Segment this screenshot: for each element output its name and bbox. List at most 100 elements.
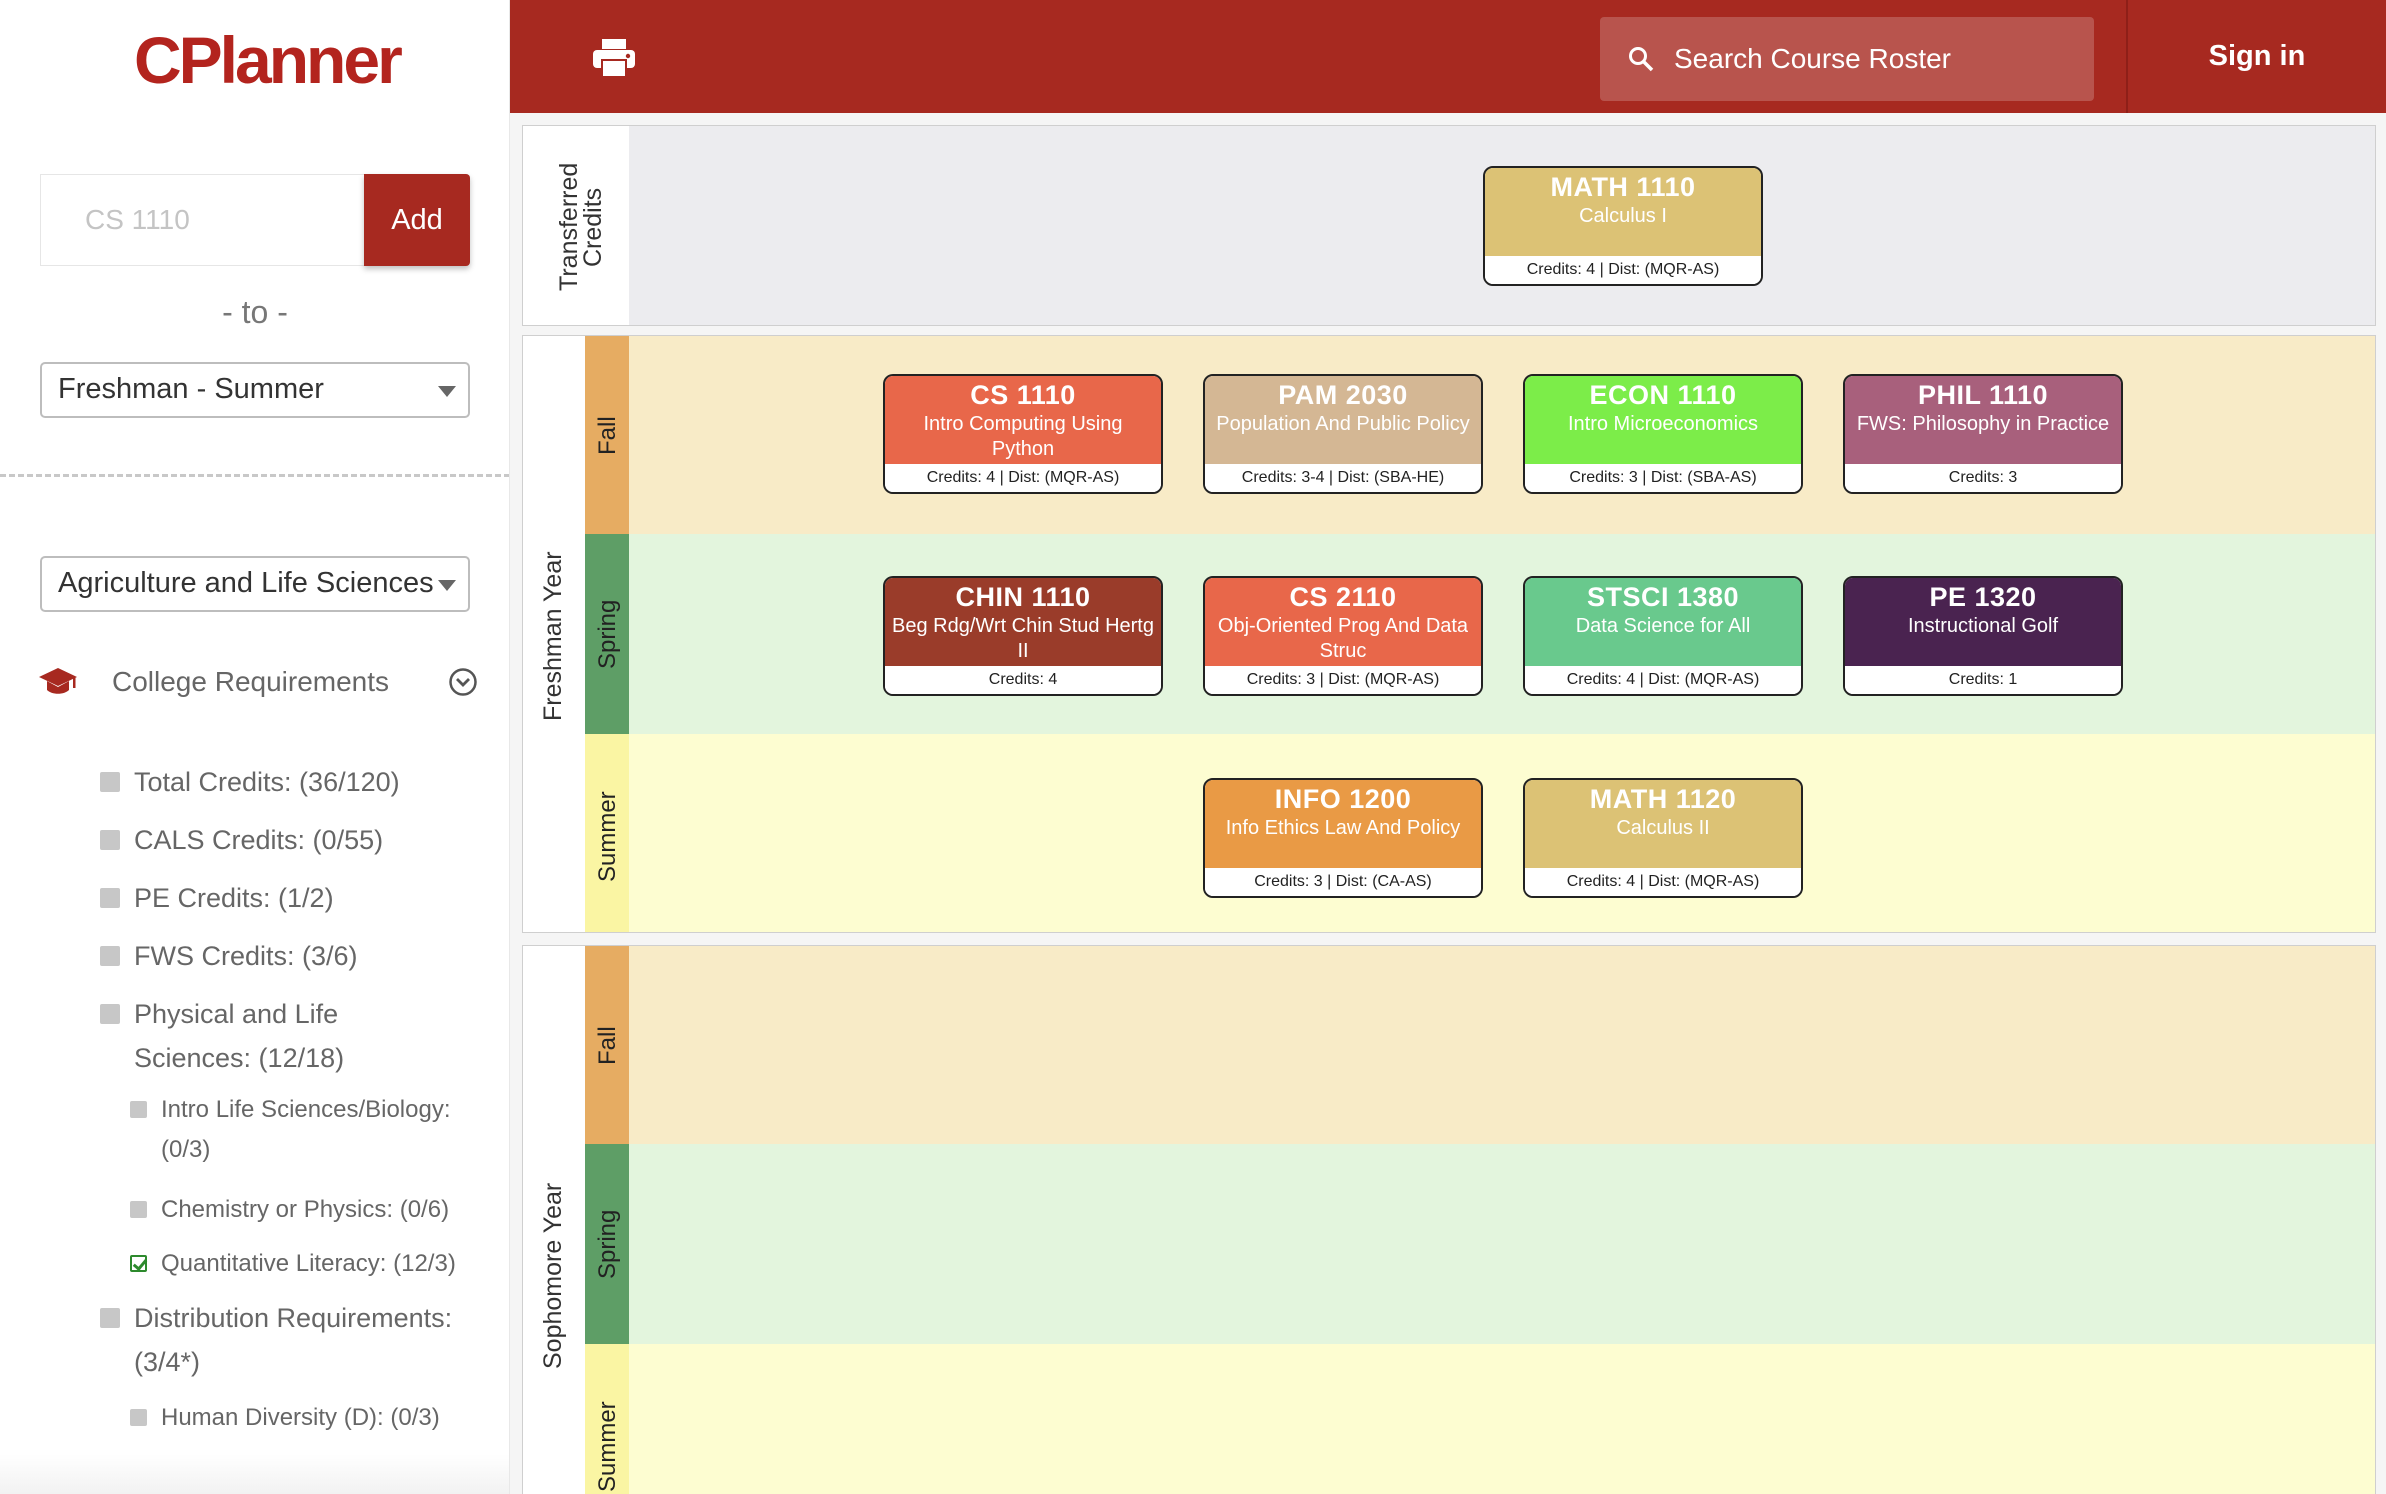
- course-name: Obj-Oriented Prog And Data Struc: [1217, 615, 1469, 662]
- requirement-label: PE Credits: (1/2): [134, 883, 334, 913]
- college-select[interactable]: Agriculture and Life Sciences: [40, 556, 470, 612]
- year-label-cell: Sophomore Year: [523, 946, 585, 1494]
- semester-drop-area[interactable]: CS 1110 Intro Computing Using Python Cre…: [629, 336, 2375, 534]
- requirement-checkbox[interactable]: [100, 1308, 120, 1328]
- collapse-chevron-icon[interactable]: [448, 667, 478, 697]
- course-info: Credits: 3: [1845, 464, 2121, 492]
- transferred-credits-panel: Transferred Credits MATH 1110 Calculus I…: [522, 125, 2376, 326]
- course-card-header: MATH 1120 Calculus II: [1525, 780, 1801, 870]
- requirement-label: Physical and Life Sciences: (12/18): [134, 999, 345, 1073]
- semester-drop-area[interactable]: [629, 1144, 2375, 1344]
- semester-label: Spring: [594, 1209, 621, 1279]
- semester-select[interactable]: Freshman - Summer: [40, 362, 470, 418]
- search-course-roster[interactable]: Search Course Roster: [1600, 17, 2094, 101]
- requirement-checkbox[interactable]: [130, 1409, 147, 1426]
- course-card[interactable]: PHIL 1110 FWS: Philosophy in Practice Cr…: [1843, 374, 2123, 494]
- course-name: Calculus I: [1579, 205, 1667, 227]
- course-card-header: PE 1320 Instructional Golf: [1845, 578, 2121, 668]
- course-card-header: STSCI 1380 Data Science for All: [1525, 578, 1801, 668]
- semester-spring: Spring: [585, 1144, 2375, 1344]
- course-info: Credits: 1: [1845, 666, 2121, 694]
- course-code: ECON 1110: [1589, 380, 1737, 410]
- requirement-item[interactable]: Physical and Life Sciences: (12/18): [100, 992, 460, 1080]
- requirement-item[interactable]: FWS Credits: (3/6): [100, 934, 358, 978]
- requirement-checkbox[interactable]: [130, 1201, 147, 1218]
- add-button[interactable]: Add: [364, 174, 470, 266]
- app-logo: CPlanner: [134, 23, 403, 97]
- semester-tab: Fall: [585, 946, 629, 1144]
- semester-drop-area[interactable]: [629, 1344, 2375, 1494]
- semester-spring: Spring CHIN 1110 Beg Rdg/Wrt Chin Stud H…: [585, 534, 2375, 734]
- requirement-label: Quantitative Literacy: (12/3): [161, 1250, 456, 1277]
- course-info: Credits: 4 | Dist: (MQR-AS): [1525, 666, 1801, 694]
- college-select-value: Agriculture and Life Sciences: [58, 567, 434, 599]
- requirement-checkbox[interactable]: [100, 946, 120, 966]
- course-name: FWS: Philosophy in Practice: [1856, 413, 2110, 435]
- course-card[interactable]: CS 1110 Intro Computing Using Python Cre…: [883, 374, 1163, 494]
- requirement-label: Distribution Requirements: (3/4*): [134, 1303, 453, 1377]
- print-icon[interactable]: [592, 38, 636, 78]
- transferred-credits-area: MATH 1110 Calculus I Credits: 4 | Dist: …: [629, 126, 2375, 325]
- requirement-checkbox[interactable]: [100, 830, 120, 850]
- course-card[interactable]: STSCI 1380 Data Science for All Credits:…: [1523, 576, 1803, 696]
- sign-in-button[interactable]: Sign in: [2128, 0, 2386, 113]
- course-card-header: CS 1110 Intro Computing Using Python: [885, 376, 1161, 466]
- course-name: Intro Computing Using Python: [923, 413, 1123, 460]
- year-label-cell: Freshman Year: [523, 336, 585, 932]
- requirement-checkbox-checked[interactable]: [130, 1255, 147, 1272]
- course-card[interactable]: CS 2110 Obj-Oriented Prog And Data Struc…: [1203, 576, 1483, 696]
- course-card[interactable]: PE 1320 Instructional Golf Credits: 1: [1843, 576, 2123, 696]
- course-card[interactable]: CHIN 1110 Beg Rdg/Wrt Chin Stud Hertg II…: [883, 576, 1163, 696]
- course-card[interactable]: MATH 1120 Calculus II Credits: 4 | Dist:…: [1523, 778, 1803, 898]
- requirement-label: Human Diversity (D): (0/3): [161, 1404, 440, 1431]
- course-card-header: PHIL 1110 FWS: Philosophy in Practice: [1845, 376, 2121, 466]
- semester-drop-area[interactable]: [629, 946, 2375, 1144]
- course-name: Info Ethics Law And Policy: [1225, 817, 1461, 839]
- requirement-label: FWS Credits: (3/6): [134, 941, 358, 971]
- requirement-checkbox[interactable]: [100, 1004, 120, 1024]
- requirement-subitem[interactable]: Human Diversity (D): (0/3): [130, 1398, 440, 1438]
- course-code: CS 1110: [970, 380, 1076, 410]
- top-bar: Search Course Roster Sign in: [510, 0, 2386, 113]
- semester-drop-area[interactable]: CHIN 1110 Beg Rdg/Wrt Chin Stud Hertg II…: [629, 534, 2375, 734]
- year-label: Sophomore Year: [539, 1182, 567, 1370]
- requirement-checkbox[interactable]: [100, 888, 120, 908]
- search-icon: [1629, 47, 1654, 72]
- course-card[interactable]: INFO 1200 Info Ethics Law And Policy Cre…: [1203, 778, 1483, 898]
- semester-drop-area[interactable]: INFO 1200 Info Ethics Law And Policy Cre…: [629, 734, 2375, 932]
- course-code: MATH 1120: [1589, 784, 1737, 814]
- course-code: PE 1320: [1929, 582, 2037, 612]
- semester-tab: Summer: [585, 734, 629, 932]
- requirement-item[interactable]: PE Credits: (1/2): [100, 876, 334, 920]
- year-label: Freshman Year: [539, 551, 567, 721]
- course-card[interactable]: ECON 1110 Intro Microeconomics Credits: …: [1523, 374, 1803, 494]
- course-code: PAM 2030: [1278, 380, 1408, 410]
- requirement-checkbox[interactable]: [130, 1101, 147, 1118]
- requirement-checkbox[interactable]: [100, 772, 120, 792]
- transferred-credits-label-cell: Transferred Credits: [523, 126, 629, 325]
- semester-summer: Summer: [585, 1344, 2375, 1494]
- course-input[interactable]: [40, 174, 364, 266]
- semester-summer: Summer INFO 1200 Info Ethics Law And Pol…: [585, 734, 2375, 932]
- semester-label: Spring: [594, 599, 621, 669]
- freshman-year-panel: Freshman Year Fall CS 1110 Intro Computi…: [522, 335, 2376, 933]
- requirement-item[interactable]: Total Credits: (36/120): [100, 760, 400, 804]
- course-card[interactable]: PAM 2030 Population And Public Policy Cr…: [1203, 374, 1483, 494]
- course-card-header: MATH 1110 Calculus I: [1485, 168, 1761, 258]
- course-card[interactable]: MATH 1110 Calculus I Credits: 4 | Dist: …: [1483, 166, 1763, 286]
- semester-label: Fall: [594, 1026, 621, 1066]
- requirement-item[interactable]: CALS Credits: (0/55): [100, 818, 383, 862]
- requirement-subitem[interactable]: Intro Life Sciences/Biology: (0/3): [130, 1090, 470, 1170]
- requirement-item[interactable]: Distribution Requirements: (3/4*): [100, 1296, 460, 1384]
- semester-select-value: Freshman - Summer: [58, 373, 324, 405]
- requirements-header[interactable]: College Requirements: [38, 660, 478, 704]
- course-name: Instructional Golf: [1907, 615, 2059, 637]
- semester-label: Fall: [594, 416, 621, 456]
- course-info: Credits: 4: [885, 666, 1161, 694]
- requirement-subitem[interactable]: Chemistry or Physics: (0/6): [130, 1190, 449, 1230]
- semester-label: Summer: [594, 1401, 621, 1493]
- course-card-header: PAM 2030 Population And Public Policy: [1205, 376, 1481, 466]
- requirement-subitem[interactable]: Quantitative Literacy: (12/3): [130, 1244, 456, 1284]
- semester-tab: Fall: [585, 336, 629, 534]
- transferred-credits-label: Transferred Credits: [555, 162, 607, 292]
